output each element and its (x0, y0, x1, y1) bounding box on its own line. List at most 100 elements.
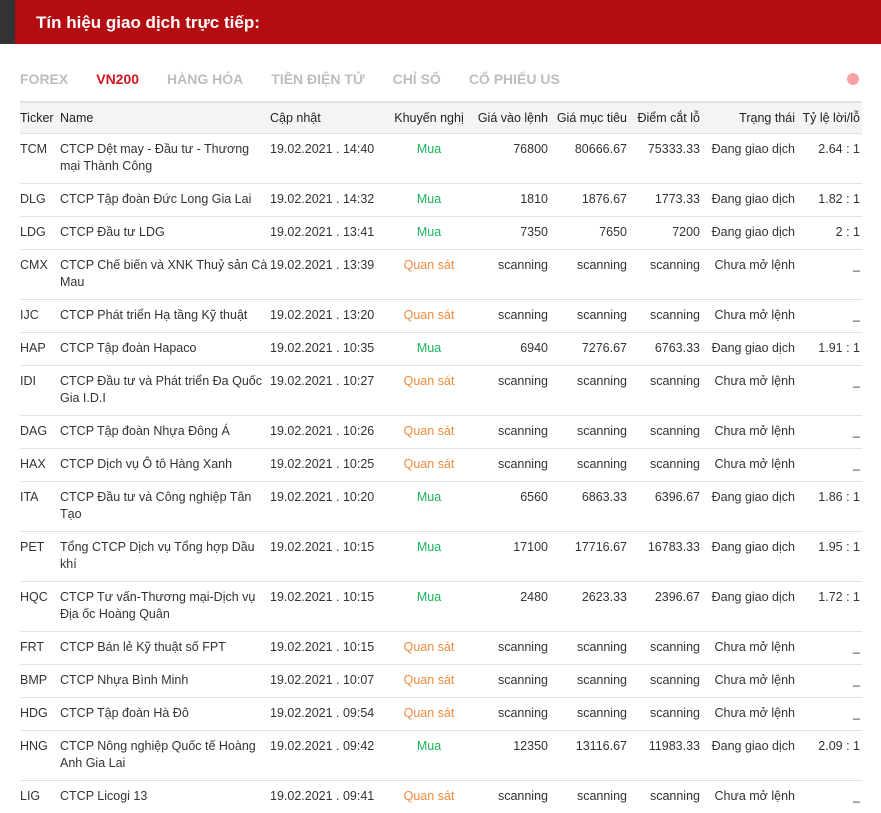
cell-ticker: BMP (20, 665, 60, 698)
table-row[interactable]: ITACTCP Đầu tư và Công nghiệp Tân Tạo19.… (20, 482, 862, 532)
table-row[interactable]: HNGCTCP Nông nghiệp Quốc tế Hoàng Anh Gi… (20, 731, 862, 781)
cell-updated: 19.02.2021 . 14:32 (270, 184, 390, 217)
cell-recommendation: Quan sát (390, 366, 468, 416)
cell-updated: 19.02.2021 . 10:25 (270, 449, 390, 482)
cell-name: CTCP Dịch vụ Ô tô Hàng Xanh (60, 449, 270, 482)
table-row[interactable]: BMPCTCP Nhựa Bình Minh19.02.2021 . 10:07… (20, 665, 862, 698)
cell-recommendation: Mua (390, 333, 468, 366)
cell-risk-reward: _ (795, 632, 862, 665)
cell-updated: 19.02.2021 . 09:42 (270, 731, 390, 781)
cell-status: Đang giao dịch (700, 217, 795, 250)
table-row[interactable]: PETTổng CTCP Dịch vụ Tổng hợp Dầu khí19.… (20, 532, 862, 582)
cell-status: Đang giao dịch (700, 333, 795, 366)
cell-stop-loss: 1773.33 (627, 184, 700, 217)
tab-cổ-phiếu-us[interactable]: CỔ PHIẾU US (469, 71, 560, 89)
tab-vn200[interactable]: VN200 (96, 71, 139, 89)
cell-stop-loss: 75333.33 (627, 134, 700, 184)
cell-target-price: scanning (548, 250, 627, 300)
cell-target-price: 17716.67 (548, 532, 627, 582)
cell-stop-loss: scanning (627, 250, 700, 300)
cell-stop-loss: scanning (627, 449, 700, 482)
cell-recommendation: Quan sát (390, 449, 468, 482)
cell-risk-reward: _ (795, 665, 862, 698)
table-row[interactable]: TCMCTCP Dệt may - Đầu tư - Thương mại Th… (20, 134, 862, 184)
cell-recommendation: Quan sát (390, 781, 468, 813)
cell-ticker: FRT (20, 632, 60, 665)
cell-updated: 19.02.2021 . 13:41 (270, 217, 390, 250)
cell-stop-loss: scanning (627, 366, 700, 416)
cell-stop-loss: scanning (627, 665, 700, 698)
cell-updated: 19.02.2021 . 13:39 (270, 250, 390, 300)
cell-entry-price: 7350 (468, 217, 548, 250)
cell-status: Đang giao dịch (700, 134, 795, 184)
tab-tiền-điện-tử[interactable]: TIỀN ĐIỆN TỬ (271, 71, 364, 89)
cell-target-price: scanning (548, 300, 627, 333)
cell-recommendation: Mua (390, 134, 468, 184)
cell-entry-price: 2480 (468, 582, 548, 632)
table-row[interactable]: HAXCTCP Dịch vụ Ô tô Hàng Xanh19.02.2021… (20, 449, 862, 482)
cell-entry-price: 6560 (468, 482, 548, 532)
table-row[interactable]: HDGCTCP Tập đoàn Hà Đô19.02.2021 . 09:54… (20, 698, 862, 731)
cell-stop-loss: 6763.33 (627, 333, 700, 366)
cell-target-price: scanning (548, 698, 627, 731)
cell-status: Đang giao dịch (700, 532, 795, 582)
cell-name: CTCP Tập đoàn Nhựa Đông Á (60, 416, 270, 449)
cell-ticker: IDI (20, 366, 60, 416)
table-row[interactable]: LIGCTCP Licogi 1319.02.2021 . 09:41Quan … (20, 781, 862, 813)
cell-ticker: DAG (20, 416, 60, 449)
cell-ticker: PET (20, 532, 60, 582)
cell-target-price: 2623.33 (548, 582, 627, 632)
cell-status: Chưa mở lệnh (700, 632, 795, 665)
cell-entry-price: scanning (468, 250, 548, 300)
table-row[interactable]: HQCCTCP Tư vấn-Thương mại-Dịch vụ Địa ốc… (20, 582, 862, 632)
cell-entry-price: scanning (468, 632, 548, 665)
cell-stop-loss: 7200 (627, 217, 700, 250)
cell-target-price: scanning (548, 781, 627, 813)
cell-entry-price: scanning (468, 300, 548, 333)
table-header-row: TickerNameCập nhậtKhuyến nghịGiá vào lện… (20, 102, 862, 134)
cell-stop-loss: 11983.33 (627, 731, 700, 781)
table-row[interactable]: IJCCTCP Phát triển Hạ tầng Kỹ thuật19.02… (20, 300, 862, 333)
table-row[interactable]: DAGCTCP Tập đoàn Nhựa Đông Á19.02.2021 .… (20, 416, 862, 449)
tab-hàng-hóa[interactable]: HÀNG HÓA (167, 71, 243, 89)
cell-entry-price: 1810 (468, 184, 548, 217)
cell-ticker: LDG (20, 217, 60, 250)
cell-updated: 19.02.2021 . 10:26 (270, 416, 390, 449)
cell-entry-price: scanning (468, 698, 548, 731)
tab-forex[interactable]: FOREX (20, 71, 68, 89)
cell-risk-reward: _ (795, 449, 862, 482)
signals-table: TickerNameCập nhậtKhuyến nghịGiá vào lện… (20, 101, 862, 813)
tab-chỉ-số[interactable]: CHỈ SỐ (393, 71, 441, 89)
column-header-target-price: Giá mục tiêu (548, 102, 627, 134)
cell-updated: 19.02.2021 . 10:15 (270, 632, 390, 665)
cell-target-price: 80666.67 (548, 134, 627, 184)
cell-risk-reward: 2 : 1 (795, 217, 862, 250)
table-row[interactable]: LDGCTCP Đầu tư LDG19.02.2021 . 13:41Mua7… (20, 217, 862, 250)
table-row[interactable]: CMXCTCP Chế biến và XNK Thuỷ sản Cà Mau1… (20, 250, 862, 300)
cell-status: Chưa mở lệnh (700, 366, 795, 416)
cell-updated: 19.02.2021 . 13:20 (270, 300, 390, 333)
cell-status: Đang giao dịch (700, 731, 795, 781)
cell-status: Chưa mở lệnh (700, 449, 795, 482)
cell-name: CTCP Tập đoàn Hà Đô (60, 698, 270, 731)
table-row[interactable]: IDICTCP Đầu tư và Phát triển Đa Quốc Gia… (20, 366, 862, 416)
cell-ticker: HNG (20, 731, 60, 781)
cell-status: Chưa mở lệnh (700, 781, 795, 813)
table-row[interactable]: HAPCTCP Tập đoàn Hapaco19.02.2021 . 10:3… (20, 333, 862, 366)
cell-target-price: scanning (548, 449, 627, 482)
cell-ticker: CMX (20, 250, 60, 300)
cell-name: CTCP Licogi 13 (60, 781, 270, 813)
cell-name: CTCP Nhựa Bình Minh (60, 665, 270, 698)
cell-name: CTCP Đầu tư LDG (60, 217, 270, 250)
cell-risk-reward: 1.86 : 1 (795, 482, 862, 532)
table-row[interactable]: FRTCTCP Bán lẻ Kỹ thuật số FPT19.02.2021… (20, 632, 862, 665)
cell-target-price: scanning (548, 366, 627, 416)
column-header-recommendation: Khuyến nghị (390, 102, 468, 134)
cell-risk-reward: 1.82 : 1 (795, 184, 862, 217)
cell-recommendation: Mua (390, 582, 468, 632)
cell-recommendation: Quan sát (390, 300, 468, 333)
cell-ticker: LIG (20, 781, 60, 813)
cell-stop-loss: scanning (627, 632, 700, 665)
cell-updated: 19.02.2021 . 10:35 (270, 333, 390, 366)
table-row[interactable]: DLGCTCP Tập đoàn Đức Long Gia Lai19.02.2… (20, 184, 862, 217)
